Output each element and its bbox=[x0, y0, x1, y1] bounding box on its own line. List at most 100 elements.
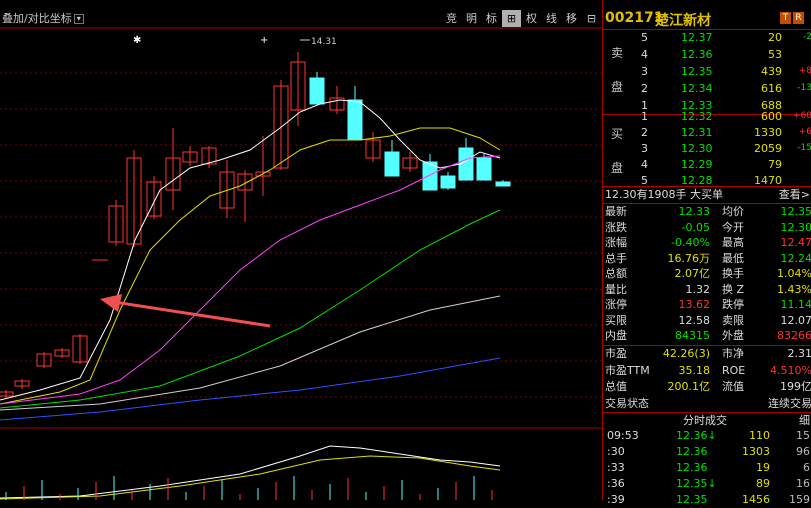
quote-label: 外盘 bbox=[722, 327, 744, 344]
quote-row: 最新 12.33 均价 12.35 bbox=[603, 203, 811, 220]
candle-body bbox=[310, 78, 324, 104]
kline-chart-area[interactable]: 14.31✱+ 叠加/对比坐标▾ 竞 明 标 ⊞ 权 线 移 ⊟ bbox=[0, 0, 602, 500]
quote-value: 12.35 bbox=[781, 203, 811, 220]
tick-row: :3312.36196 bbox=[603, 459, 811, 476]
fund-row: 市盈42.26(3)市净2.31 bbox=[603, 345, 811, 362]
quote-value: 1.43% bbox=[777, 281, 811, 298]
tick-count: 96 bbox=[796, 443, 810, 460]
tick-count: 6 bbox=[803, 459, 810, 476]
r-badge[interactable]: R bbox=[793, 12, 804, 24]
quote-label: 买限 bbox=[605, 312, 627, 329]
tick-volume: 1303 bbox=[742, 443, 770, 460]
toolbar-button-line[interactable]: 线 bbox=[542, 10, 561, 27]
bid-price: 12.29 bbox=[681, 156, 713, 173]
quote-value: 12.24 bbox=[781, 250, 811, 267]
toolbar-button-rights[interactable]: 权 bbox=[522, 10, 541, 27]
bid-change: +60 bbox=[793, 108, 811, 125]
bid-level: 3 bbox=[641, 140, 648, 157]
toolbar-button-add[interactable]: ⊞ bbox=[502, 10, 521, 27]
indicator-label: 叠加/对比坐标 bbox=[2, 12, 72, 25]
quote-label: 涨停 bbox=[605, 296, 627, 313]
ask-level: 5 bbox=[641, 29, 648, 46]
quote-value: 84315 bbox=[675, 327, 710, 344]
fund-value: 199亿 bbox=[780, 378, 811, 395]
bid-price: 12.31 bbox=[681, 124, 713, 141]
toolbar-button-detail[interactable]: 明 bbox=[462, 10, 481, 27]
bid-row: 312.302059-15 bbox=[603, 140, 811, 157]
tick-time: :30 bbox=[607, 443, 625, 460]
quote-value: 12.30 bbox=[781, 219, 811, 236]
ma120-line bbox=[0, 358, 500, 420]
bid-row: 412.2979 bbox=[603, 156, 811, 173]
quote-value: 11.14 bbox=[781, 296, 811, 313]
fund-label: 市盈 bbox=[605, 345, 627, 362]
quote-label: 涨幅 bbox=[605, 234, 627, 251]
ask-volume: 439 bbox=[761, 63, 782, 80]
kline-chart[interactable]: 14.31✱+ bbox=[0, 0, 602, 500]
quote-panel: 002171 楚江新材 T R 卖 盘 512.3720-2412.365331… bbox=[602, 0, 811, 500]
bid-change: +6 bbox=[799, 124, 811, 141]
ask-volume: 53 bbox=[768, 46, 782, 63]
quote-label: 跌停 bbox=[722, 296, 744, 313]
dropdown-icon[interactable]: ▾ bbox=[74, 14, 84, 24]
stock-name: 楚江新材 bbox=[655, 10, 711, 30]
quote-value: 12.58 bbox=[679, 312, 711, 329]
big-buy-row[interactable]: 12.30有1908手 大买单 查看> bbox=[603, 186, 811, 203]
fund-row: 总值200.1亿流值199亿 bbox=[603, 378, 811, 395]
quote-value: 12.33 bbox=[679, 203, 711, 220]
candle-body bbox=[496, 182, 510, 186]
tick-price: 12.36 bbox=[676, 459, 708, 476]
quote-value: -0.05 bbox=[682, 219, 710, 236]
high-price-label: 14.31 bbox=[311, 37, 337, 47]
quote-row: 内盘84315外盘83266 bbox=[603, 327, 811, 344]
quote-label: 最新 bbox=[605, 203, 627, 220]
quote-label: 均价 bbox=[722, 203, 744, 220]
ask-change: -2 bbox=[803, 29, 811, 46]
fund-value: 200.1亿 bbox=[668, 378, 711, 395]
quote-label: 最低 bbox=[722, 250, 744, 267]
event-marker-2: + bbox=[260, 35, 268, 46]
quote-value: 1.32 bbox=[686, 281, 711, 298]
ask-change: +8 bbox=[799, 63, 811, 80]
tick-price: 12.36 bbox=[676, 443, 708, 460]
ma20-line bbox=[0, 156, 500, 404]
quote-label: 换 Z bbox=[722, 281, 744, 298]
bid-row: 212.311330+6 bbox=[603, 124, 811, 141]
bid-price: 12.32 bbox=[681, 108, 713, 125]
fund-label: 交易状态 bbox=[605, 395, 649, 412]
fund-label: ROE bbox=[722, 362, 745, 379]
quote-label: 今开 bbox=[722, 219, 744, 236]
bid-price: 12.30 bbox=[681, 140, 713, 157]
annotation-arrow-shaft bbox=[114, 302, 270, 326]
bid-level: 1 bbox=[641, 108, 648, 125]
candle-body bbox=[385, 152, 399, 176]
chart-toolbar: 竞 明 标 ⊞ 权 线 移 ⊟ bbox=[442, 10, 602, 27]
quote-row: 量比1.32换 Z1.43% bbox=[603, 281, 811, 298]
bid-volume: 2059 bbox=[754, 140, 782, 157]
ask-price: 12.34 bbox=[681, 80, 713, 97]
t-badge[interactable]: T bbox=[780, 12, 791, 24]
toolbar-button-mark[interactable]: 标 bbox=[482, 10, 501, 27]
tick-row: 09:5312.36↓11015 bbox=[603, 427, 811, 444]
toolbar-button-minus[interactable]: ⊟ bbox=[582, 10, 601, 27]
ask-price: 12.36 bbox=[681, 46, 713, 63]
tick-row: :3612.35↓8916 bbox=[603, 475, 811, 492]
fund-row: 市盈TTM35.18ROE4.510% bbox=[603, 362, 811, 379]
toolbar-button-auction[interactable]: 竞 bbox=[442, 10, 461, 27]
view-link[interactable]: 查看> bbox=[779, 186, 810, 203]
candle-body bbox=[441, 176, 455, 188]
lower-line-yellow bbox=[0, 456, 500, 499]
quote-label: 最高 bbox=[722, 234, 744, 251]
bid-level: 2 bbox=[641, 124, 648, 141]
quote-value: 83266 bbox=[777, 327, 811, 344]
quote-value: 2.07亿 bbox=[675, 265, 711, 282]
ask-row: 312.35439+8 bbox=[603, 63, 811, 80]
quote-row: 总额2.07亿换手1.04% bbox=[603, 265, 811, 282]
indicator-selector[interactable]: 叠加/对比坐标▾ bbox=[2, 10, 84, 26]
ask-price: 12.37 bbox=[681, 29, 713, 46]
quote-row: 买限12.58卖限12.07 bbox=[603, 312, 811, 329]
quote-value: 1.04% bbox=[777, 265, 811, 282]
bid-volume: 600 bbox=[761, 108, 782, 125]
toolbar-button-move[interactable]: 移 bbox=[562, 10, 581, 27]
quote-label: 涨跌 bbox=[605, 219, 627, 236]
